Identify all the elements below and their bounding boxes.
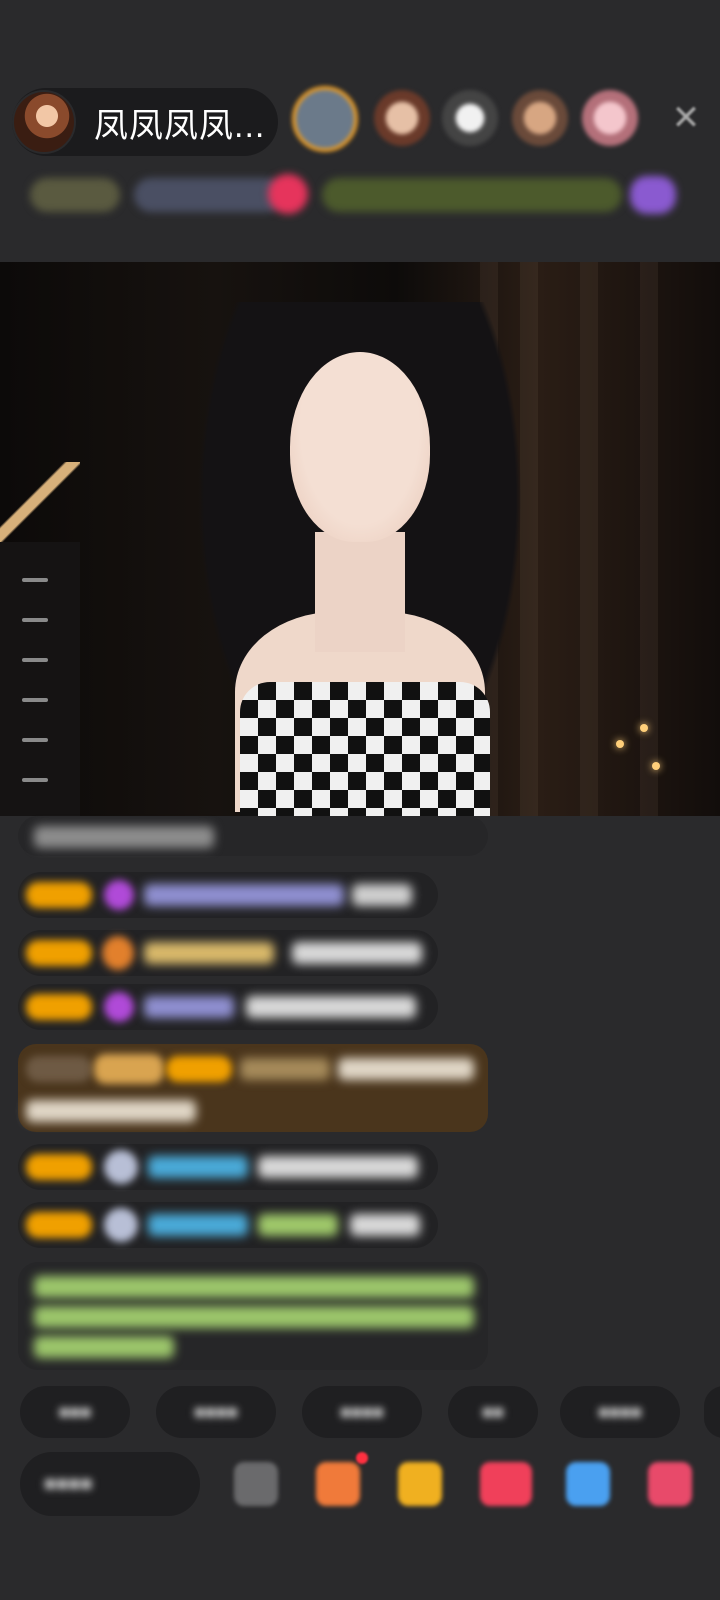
chat-message — [18, 872, 438, 918]
level-badge — [26, 994, 92, 1020]
top-viewer-avatar-4[interactable] — [512, 90, 568, 146]
quick-reply-chip[interactable]: ■■■■ — [156, 1386, 276, 1438]
checkered-top — [240, 682, 490, 816]
quick-reply-chip[interactable]: ■■■ — [20, 1386, 130, 1438]
diamond-icon — [104, 880, 134, 910]
gift-icon[interactable] — [398, 1462, 442, 1506]
host-avatar[interactable] — [12, 90, 76, 154]
menu-icon[interactable] — [648, 1462, 692, 1506]
more-games-icon[interactable] — [566, 1462, 610, 1506]
tag-bar[interactable] — [322, 178, 622, 212]
chat-message — [18, 984, 438, 1030]
host-name: 凤凤凤凤... — [94, 106, 266, 145]
chat-input[interactable]: ■■■■ — [20, 1452, 200, 1516]
avatar — [104, 1150, 138, 1184]
chat-message-highlight — [18, 1044, 488, 1132]
top-viewer-avatar-5[interactable] — [582, 90, 638, 146]
chat-message — [18, 1202, 438, 1248]
top-viewer-avatar-1[interactable] — [292, 86, 358, 152]
stream-info-row — [22, 170, 698, 222]
live-indicator-icon — [268, 174, 308, 214]
dresser-decor — [0, 542, 80, 816]
emoji-icon[interactable] — [234, 1462, 278, 1506]
quick-reply-chip[interactable]: ■■■■ — [302, 1386, 422, 1438]
popularity-badge[interactable] — [134, 178, 284, 212]
top-viewer-avatar-2[interactable] — [374, 90, 430, 146]
live-video[interactable] — [0, 262, 720, 816]
quick-reply-chip[interactable]: ■■■■ — [560, 1386, 680, 1438]
quick-reply-chip[interactable] — [704, 1386, 720, 1438]
top-viewer-avatar-3[interactable] — [442, 90, 498, 146]
diamond-icon — [104, 992, 134, 1022]
close-icon[interactable]: ✕ — [668, 100, 704, 136]
system-notice — [18, 1262, 488, 1370]
streamer-face — [290, 352, 430, 542]
level-badge — [26, 1154, 92, 1180]
rank-badge[interactable] — [30, 178, 120, 212]
notification-dot — [356, 1452, 368, 1464]
lamp-decor — [0, 462, 80, 542]
game-icon[interactable] — [480, 1462, 532, 1506]
chat-message — [18, 930, 438, 976]
level-badge — [26, 882, 92, 908]
level-badge — [26, 1212, 92, 1238]
chat-message — [18, 816, 488, 856]
avatar — [104, 1208, 138, 1242]
level-badge — [26, 940, 92, 966]
gift-box-icon[interactable] — [316, 1462, 360, 1506]
quick-reply-chip[interactable]: ■■ — [448, 1386, 538, 1438]
host-info-pill[interactable]: 凤凤凤凤... — [12, 88, 278, 156]
badge-icon — [102, 936, 134, 970]
chat-message — [18, 1144, 438, 1190]
event-badge[interactable] — [630, 176, 676, 214]
